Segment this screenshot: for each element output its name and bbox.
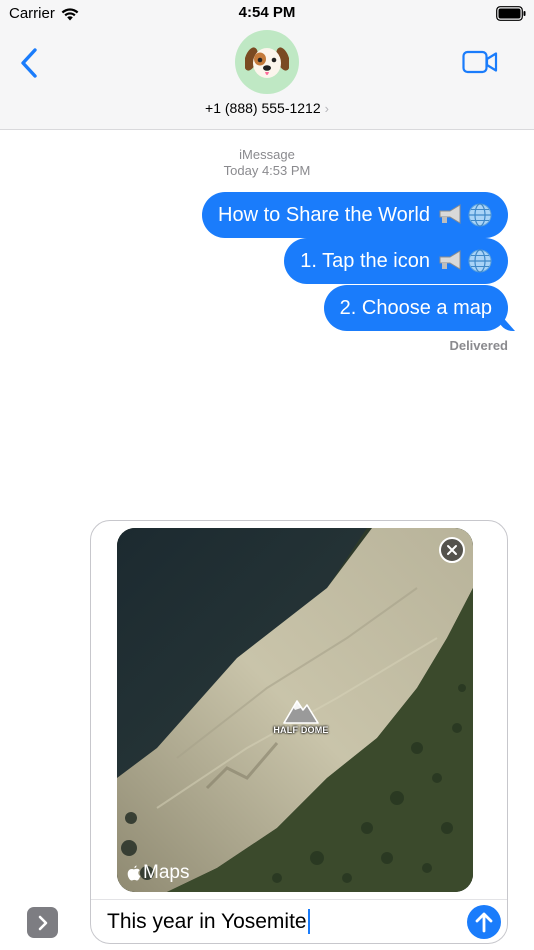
close-icon[interactable] <box>439 537 465 563</box>
message-bubble[interactable]: 2. Choose a map <box>323 285 508 331</box>
mountain-icon <box>283 700 319 724</box>
globe-icon <box>468 249 492 273</box>
battery-icon <box>496 6 526 21</box>
chevron-right-icon: › <box>324 100 329 116</box>
megaphone-globe-emoji <box>438 203 492 227</box>
message-text: 2. Choose a map <box>339 296 492 319</box>
message-bubble[interactable]: 1. Tap the icon <box>284 238 508 284</box>
message-bubble[interactable]: How to Share the World <box>202 192 508 238</box>
status-bar: Carrier 4:54 PM <box>0 0 534 28</box>
app-drawer-button[interactable] <box>27 907 58 938</box>
send-button[interactable] <box>467 905 501 939</box>
thread-timestamp: iMessage Today 4:53 PM <box>0 147 534 179</box>
map-attachment-preview[interactable]: HALF DOME Maps <box>117 528 473 892</box>
megaphone-globe-emoji <box>438 249 492 273</box>
conversation-header: Carrier 4:54 PM +1 (888) 555-1212 › <box>0 0 534 130</box>
contact-name: +1 (888) 555-1212 <box>205 100 321 116</box>
service-label: iMessage <box>239 147 295 162</box>
message-input[interactable]: This year in Yosemite <box>107 909 310 934</box>
timestamp-label: Today 4:53 PM <box>223 163 311 178</box>
dog-face-icon <box>245 47 289 78</box>
globe-icon <box>468 203 492 227</box>
message-text: How to Share the World <box>218 203 430 226</box>
compose-box[interactable]: HALF DOME Maps This year in Yosemite <box>90 520 508 944</box>
arrow-up-icon <box>475 912 493 933</box>
chevron-right-icon <box>38 915 47 930</box>
poi-label: HALF DOME <box>273 725 329 735</box>
maps-brand-logo: Maps <box>127 862 189 884</box>
video-camera-icon[interactable] <box>462 50 498 74</box>
contact-avatar[interactable] <box>235 30 299 94</box>
map-poi-marker[interactable]: HALF DOME <box>269 698 333 735</box>
maps-brand-label: Maps <box>143 862 190 883</box>
status-time: 4:54 PM <box>238 4 296 21</box>
megaphone-icon <box>439 250 461 270</box>
chevron-left-icon[interactable] <box>18 45 44 81</box>
close-glyph-icon <box>447 545 457 555</box>
message-input-text: This year in Yosemite <box>107 909 307 933</box>
text-caret <box>307 909 310 934</box>
compose-divider <box>91 899 507 900</box>
contact-name-button[interactable]: +1 (888) 555-1212 › <box>0 100 534 116</box>
megaphone-icon <box>439 204 461 224</box>
apple-logo-icon <box>127 865 141 880</box>
delivery-status: Delivered <box>449 338 508 353</box>
message-text: 1. Tap the icon <box>300 249 430 272</box>
